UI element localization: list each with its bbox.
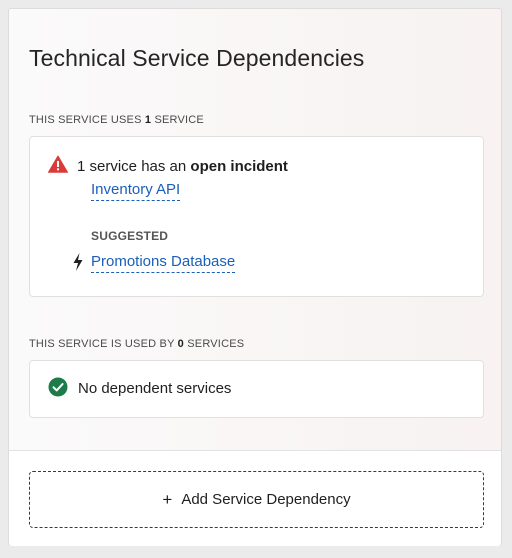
inventory-api-link[interactable]: Inventory API [91,181,181,201]
check-circle-icon [48,377,68,397]
incident-prefix: 1 service has an [77,158,191,175]
warning-triangle-icon [48,155,68,173]
used-by-label-prefix: THIS SERVICE IS USED BY [29,338,178,350]
used-by-label-suffix: SERVICES [184,338,245,350]
uses-section-label: THIS SERVICE USES 1 SERVICE [29,114,204,126]
uses-services-panel: 1 service has an open incident Inventory… [29,136,484,297]
lightning-bolt-icon [73,253,83,271]
used-by-section-label: THIS SERVICE IS USED BY 0 SERVICES [29,338,244,350]
incident-emphasis: open incident [190,158,288,175]
incident-summary: 1 service has an open incident [77,158,288,175]
uses-label-suffix: SERVICE [151,114,204,126]
card-title: Technical Service Dependencies [29,45,365,71]
suggested-label: SUGGESTED [91,229,169,243]
no-dependent-services-text: No dependent services [78,380,232,397]
used-by-services-panel: No dependent services [29,360,484,418]
add-service-dependency-label: Add Service Dependency [181,491,351,508]
plus-icon: + [162,490,173,509]
technical-service-dependencies-card: Technical Service Dependencies THIS SERV… [8,8,502,546]
uses-label-prefix: THIS SERVICE USES [29,114,145,126]
add-service-dependency-button[interactable]: + Add Service Dependency [29,471,484,528]
promotions-database-link[interactable]: Promotions Database [91,253,236,273]
